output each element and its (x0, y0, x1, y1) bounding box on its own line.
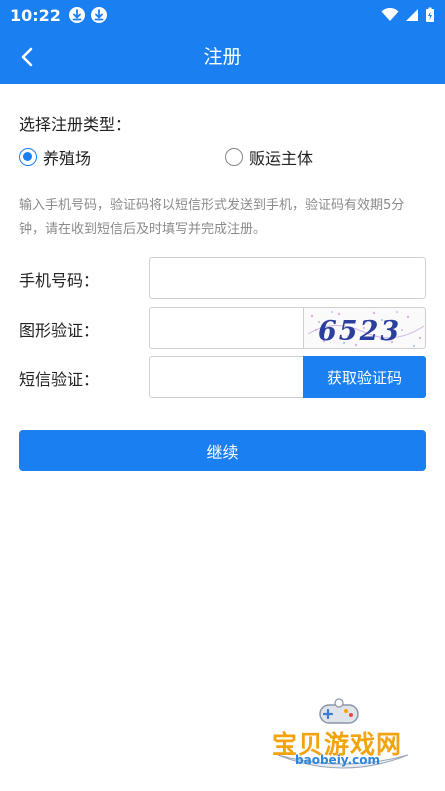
status-bar: 10:22 (0, 0, 445, 30)
radio-checked-icon (19, 148, 37, 166)
signal-icon (406, 9, 418, 21)
battery-charging-icon (426, 7, 434, 22)
radio-unchecked-icon (225, 148, 243, 166)
radio-label: 贩运主体 (249, 149, 314, 168)
status-time: 10:22 (10, 5, 61, 25)
watermark-url: baobeiy.com (295, 753, 380, 767)
captcha-image[interactable]: 6523 (303, 307, 426, 349)
hint-text: 输入手机号码，验证码将以短信形式发送到手机，验证码有效期5分钟，请在收到短信后及… (19, 198, 405, 237)
get-code-button[interactable]: 获取验证码 (303, 356, 426, 398)
wifi-icon (381, 8, 399, 21)
captcha-label: 图形验证： (19, 321, 100, 340)
phone-label: 手机号码： (19, 271, 100, 290)
radio-option-farm[interactable]: 养殖场 (19, 145, 91, 169)
radio-label: 养殖场 (43, 149, 92, 168)
title-bar: 注册 (0, 30, 445, 84)
sms-code-input[interactable] (149, 356, 304, 398)
chevron-left-icon (21, 47, 33, 67)
back-button[interactable] (12, 43, 42, 71)
download-icon (68, 7, 85, 23)
register-type-label: 选择注册类型： (19, 115, 132, 134)
phone-input[interactable] (149, 257, 426, 299)
watermark-logo: 宝贝游戏网 baobeiy.com (268, 695, 418, 785)
captcha-text: 6523 (318, 316, 401, 347)
captcha-input[interactable] (149, 307, 304, 349)
gamepad-icon (319, 698, 359, 724)
sms-label: 短信验证： (19, 370, 100, 389)
continue-button[interactable]: 继续 (19, 430, 426, 471)
page-title: 注册 (203, 46, 242, 68)
download-icon (90, 7, 107, 23)
radio-option-transport[interactable]: 贩运主体 (225, 145, 313, 169)
